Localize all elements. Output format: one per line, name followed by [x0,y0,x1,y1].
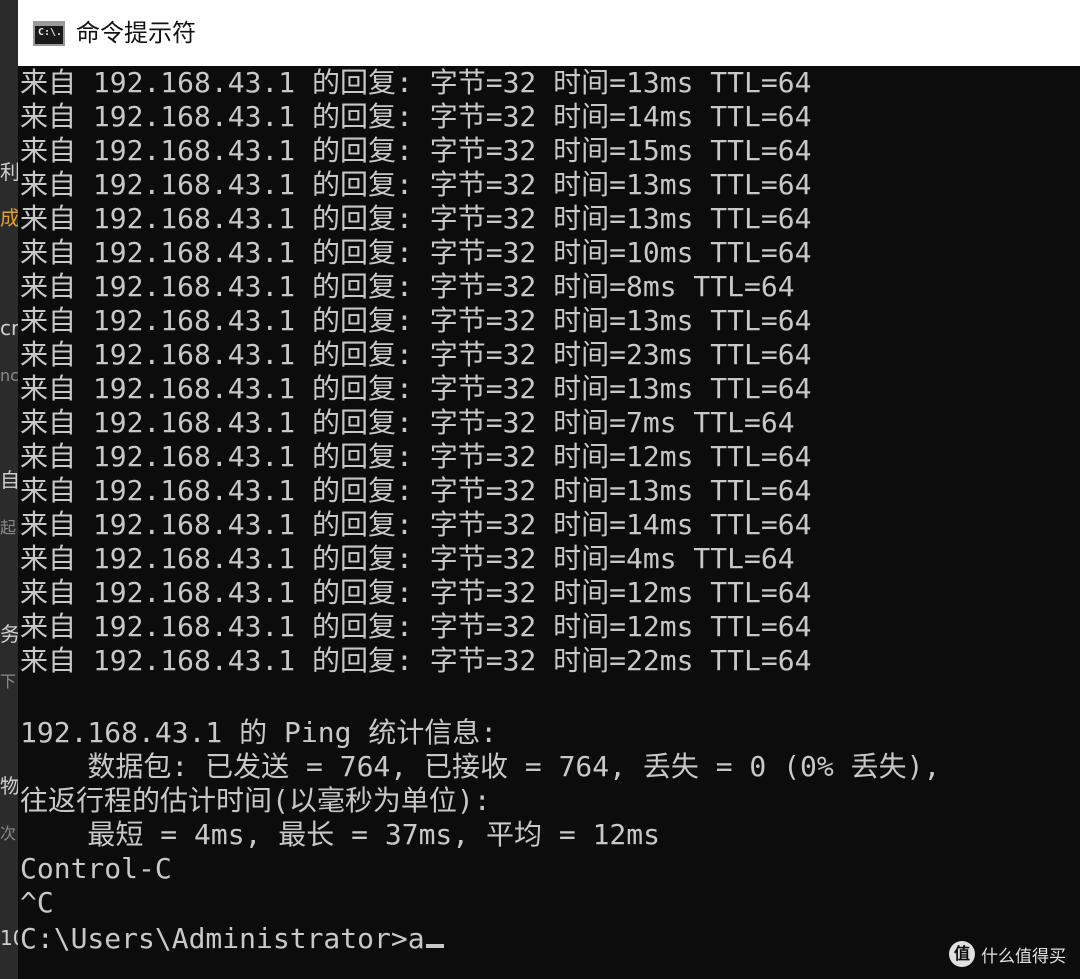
console-line: 来自 192.168.43.1 的回复: 字节=32 时间=13ms TTL=6… [20,304,812,337]
watermark-text: 什么值得买 [981,946,1066,967]
console-line: 来自 192.168.43.1 的回复: 字节=32 时间=13ms TTL=6… [20,474,812,507]
watermark: 值 什么值得买 [949,941,1066,967]
console-line: 来自 192.168.43.1 的回复: 字节=32 时间=23ms TTL=6… [20,338,812,371]
console-line: 往返行程的估计时间(以毫秒为单位): [20,784,491,817]
console-line: 来自 192.168.43.1 的回复: 字节=32 时间=13ms TTL=6… [20,66,812,99]
prompt-line[interactable]: C:\Users\Administrator>a [20,922,444,956]
console-line: 来自 192.168.43.1 的回复: 字节=32 时间=14ms TTL=6… [20,100,812,133]
console-line: 来自 192.168.43.1 的回复: 字节=32 时间=15ms TTL=6… [20,134,812,167]
console-line: 来自 192.168.43.1 的回复: 字节=32 时间=12ms TTL=6… [20,576,812,609]
watermark-logo-icon: 值 [949,941,975,967]
console-output[interactable]: 来自 192.168.43.1 的回复: 字节=32 时间=13ms TTL=6… [20,66,1080,979]
console-line: 数据包: 已发送 = 764, 已接收 = 764, 丢失 = 0 (0% 丢失… [20,750,941,783]
window-title: 命令提示符 [76,19,196,47]
console-line: ^C [20,886,54,919]
console-line: 来自 192.168.43.1 的回复: 字节=32 时间=8ms TTL=64 [20,270,795,303]
console-line: 来自 192.168.43.1 的回复: 字节=32 时间=12ms TTL=6… [20,610,812,643]
console-line: 来自 192.168.43.1 的回复: 字节=32 时间=14ms TTL=6… [20,508,812,541]
console-line: 来自 192.168.43.1 的回复: 字节=32 时间=22ms TTL=6… [20,644,812,677]
console-line: 来自 192.168.43.1 的回复: 字节=32 时间=7ms TTL=64 [20,406,795,439]
text-cursor [425,944,444,948]
command-prompt: C:\Users\Administrator>a [20,922,425,955]
console-line: 来自 192.168.43.1 的回复: 字节=32 时间=10ms TTL=6… [20,236,812,269]
console-line: 来自 192.168.43.1 的回复: 字节=32 时间=13ms TTL=6… [20,372,812,405]
console-line: 来自 192.168.43.1 的回复: 字节=32 时间=12ms TTL=6… [20,440,812,473]
console-line: 来自 192.168.43.1 的回复: 字节=32 时间=4ms TTL=64 [20,542,795,575]
console-line: 来自 192.168.43.1 的回复: 字节=32 时间=13ms TTL=6… [20,168,812,201]
cmd-icon-label: C:\. [38,27,63,38]
cmd-icon: C:\. [33,21,65,46]
title-bar[interactable]: C:\. 命令提示符 [18,0,1080,66]
console-line: Control-C [20,852,172,885]
command-prompt-window[interactable]: C:\. 命令提示符 来自 192.168.43.1 的回复: 字节=32 时间… [18,0,1080,979]
console-line: 最短 = 4ms, 最长 = 37ms, 平均 = 12ms [20,818,661,851]
console-line: 192.168.43.1 的 Ping 统计信息: [20,716,498,749]
console-line: 来自 192.168.43.1 的回复: 字节=32 时间=13ms TTL=6… [20,202,812,235]
